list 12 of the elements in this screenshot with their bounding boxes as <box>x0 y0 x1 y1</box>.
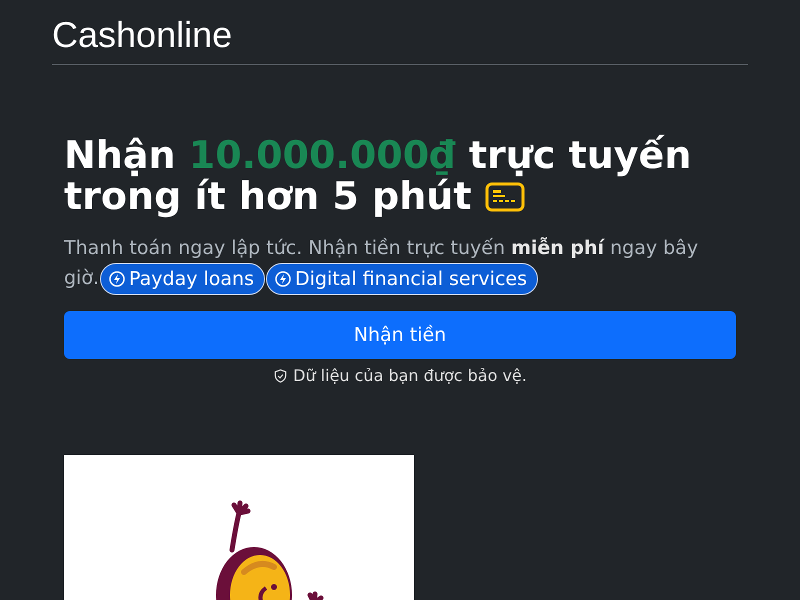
shield-check-icon <box>273 368 288 384</box>
hero-heading: Nhận 10.000.000₫ trực tuyến trong ít hơn 5 phút <box>64 135 692 217</box>
brand-logo[interactable]: Cashonline <box>52 14 232 56</box>
credit-card-icon <box>484 182 525 212</box>
tag-link[interactable]: Payday loans <box>100 263 265 295</box>
privacy-note: Dữ liệu của bạn được bảo vệ. <box>293 366 527 385</box>
subtitle-text: giờ. <box>64 267 100 290</box>
lightning-icon <box>274 271 291 287</box>
lightning-icon <box>109 271 126 287</box>
subtitle-text: Thanh toán ngay lập tức. Nhận tiền trực tuyến miễn phí ngay bây <box>64 236 700 261</box>
get-money-button[interactable]: Nhận tiền <box>64 311 736 359</box>
tag-link[interactable]: Digital financial services <box>266 263 538 295</box>
